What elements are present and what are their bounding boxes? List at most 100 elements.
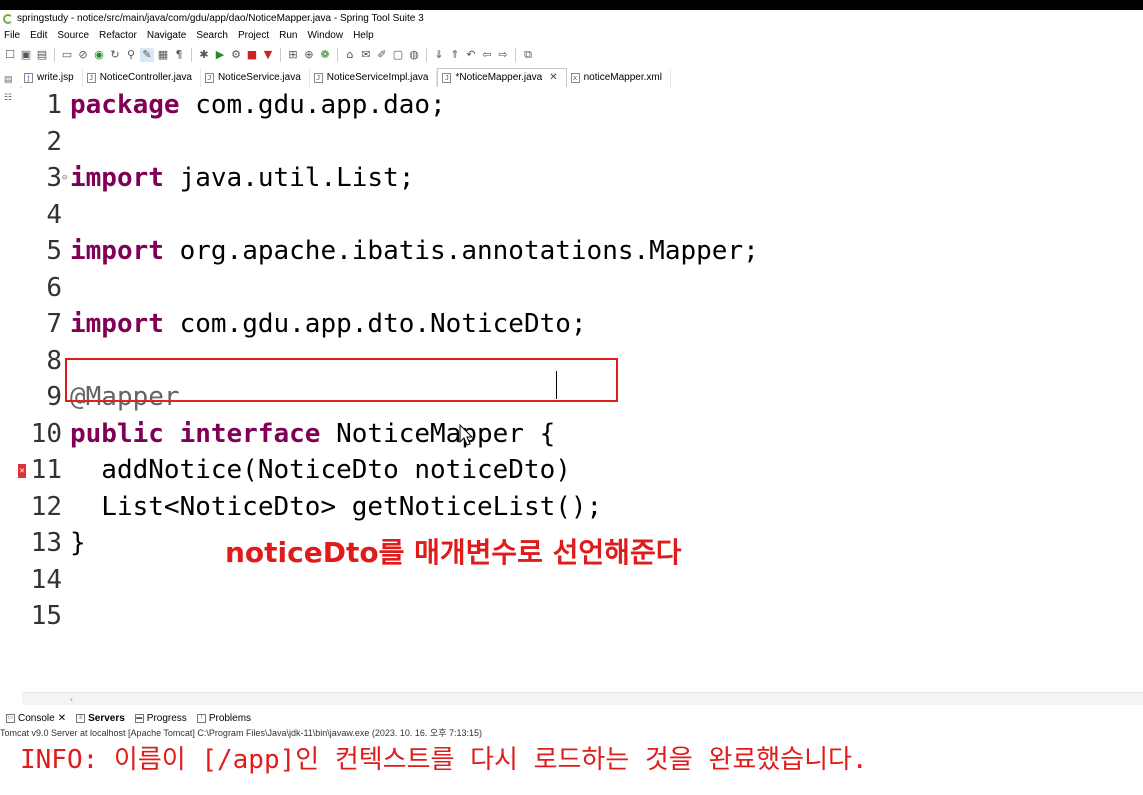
tab-label: NoticeController.java	[99, 72, 192, 83]
forward-icon[interactable]: ⇨	[496, 48, 510, 62]
line-number: 7	[46, 309, 62, 339]
tab-label: Progress	[146, 712, 187, 724]
code-line[interactable]: 3⊖import java.util.List;	[22, 160, 1122, 196]
scroll-left-icon[interactable]: ‹	[70, 694, 73, 704]
tab-notice-service[interactable]: J NoticeService.java	[201, 69, 310, 87]
line-number: 14	[30, 564, 62, 595]
code-line[interactable]: 4	[22, 197, 1122, 233]
menu-search[interactable]: Search	[192, 27, 234, 44]
line-number: 1	[46, 90, 62, 120]
debug-icon[interactable]: ◉	[92, 48, 106, 62]
save-all-icon[interactable]: ▤	[35, 48, 49, 62]
problems-icon: !	[196, 713, 206, 723]
tab-notice-service-impl[interactable]: J NoticeServiceImpl.java	[310, 69, 438, 87]
tab-label: NoticeServiceImpl.java	[326, 72, 429, 83]
tab-notice-controller[interactable]: J NoticeController.java	[83, 69, 201, 87]
skip-breakpoints-icon[interactable]: ⊘	[76, 48, 90, 62]
package-explorer-icon[interactable]: ▤	[4, 70, 18, 88]
back-icon[interactable]: ⇦	[480, 48, 494, 62]
code-line[interactable]: 1 package com.gdu.app.dao;	[22, 87, 1122, 123]
tab-label: NoticeService.java	[217, 72, 301, 83]
close-tab-icon[interactable]: ✕	[549, 69, 557, 87]
browser-icon[interactable]: ◍	[407, 48, 421, 62]
run-icon[interactable]: ▶	[213, 48, 227, 62]
menu-bar: File Edit Source Refactor Navigate Searc…	[0, 27, 1143, 44]
tab-label: noticeMapper.xml	[583, 72, 662, 83]
close-tab-icon[interactable]: ✕	[58, 713, 66, 724]
save-icon[interactable]: ▣	[19, 48, 33, 62]
new-package-icon[interactable]: ⊞	[286, 48, 300, 62]
jsp-file-icon: j	[24, 73, 33, 83]
tab-problems[interactable]: ! Problems	[196, 713, 251, 724]
code-text: NoticeMapper {	[320, 418, 556, 449]
edit-icon[interactable]: ✐	[375, 48, 389, 62]
tab-progress[interactable]: ▬ Progress	[134, 712, 187, 724]
menu-navigate[interactable]: Navigate	[143, 27, 192, 44]
code-line[interactable]: 8	[22, 343, 1122, 379]
new-class-icon[interactable]: ⊕	[302, 48, 316, 62]
menu-refactor[interactable]: Refactor	[95, 27, 143, 44]
stop-icon[interactable]: ■	[245, 48, 259, 62]
toolbar-separator	[515, 48, 516, 62]
menu-source[interactable]: Source	[53, 27, 95, 44]
refresh-icon[interactable]: ↻	[108, 48, 122, 62]
tab-label: Servers	[88, 712, 125, 724]
code-text: com.gdu.app.dto.NoticeDto;	[163, 309, 587, 339]
error-marker-icon[interactable]: ✕	[18, 464, 26, 478]
fold-toggle-icon[interactable]: ⊖	[62, 160, 70, 196]
last-edit-icon[interactable]: ↶	[464, 48, 478, 62]
code-text: List<NoticeDto> getNoticeList();	[70, 491, 603, 522]
line-number: 12	[30, 491, 62, 522]
main-toolbar: ☐ ▣ ▤ ▭ ⊘ ◉ ↻ ⚲ ✎ ▦ ¶ ✱ ▶ ⚙ ■ ▼ ⊞ ⊕ ❁ ⌂ …	[0, 44, 1143, 66]
code-line[interactable]: 9 @Mapper	[22, 379, 1122, 415]
line-number: 8	[46, 345, 62, 376]
code-line[interactable]: 5 import org.apache.ibatis.annotations.Ma…	[22, 233, 1122, 269]
show-whitespace-icon[interactable]: ¶	[172, 48, 186, 62]
code-line[interactable]: 10 public interface NoticeMapper {	[22, 416, 1122, 452]
code-line[interactable]: 12 List<NoticeDto> getNoticeList();	[22, 489, 1122, 525]
menu-file[interactable]: File	[0, 27, 26, 44]
menu-run[interactable]: Run	[275, 27, 303, 44]
mouse-pointer-icon	[459, 423, 475, 448]
open-type-icon[interactable]: ⌂	[343, 48, 357, 62]
tab-servers[interactable]: ≡ Servers	[76, 713, 125, 724]
open-perspective-icon[interactable]: ⧉	[521, 48, 535, 62]
line-number: 5	[46, 236, 62, 266]
tab-notice-mapper-xml[interactable]: x noticeMapper.xml	[567, 69, 671, 87]
code-line[interactable]: 6	[22, 270, 1122, 306]
terminal-icon[interactable]: ▭	[60, 48, 74, 62]
debug-run-icon[interactable]: ✱	[197, 48, 211, 62]
toolbar-separator	[426, 48, 427, 62]
menu-edit[interactable]: Edit	[26, 27, 53, 44]
code-line[interactable]: 11 addNotice(NoticeDto noticeDto) ✕	[18, 452, 1122, 488]
toolbar-separator	[54, 48, 55, 62]
code-line[interactable]: 2	[22, 124, 1122, 160]
menu-window[interactable]: Window	[303, 27, 349, 44]
code-line[interactable]: 15	[22, 598, 1122, 634]
highlight-icon[interactable]: ✎	[140, 48, 154, 62]
tutorial-annotation-text: noticeDto를 매개변수로 선언해준다	[225, 536, 682, 569]
menu-project[interactable]: Project	[234, 27, 275, 44]
line-number: 9	[46, 382, 62, 412]
previous-annotation-icon[interactable]: ⇑	[448, 48, 462, 62]
menu-help[interactable]: Help	[349, 27, 380, 44]
java-file-icon: J	[313, 73, 323, 83]
next-annotation-icon[interactable]: ⇓	[432, 48, 446, 62]
tab-write-jsp[interactable]: j write.jsp	[20, 69, 83, 87]
pin-icon[interactable]: ⚲	[124, 48, 138, 62]
java-file-icon: J	[204, 73, 214, 83]
open-task-icon[interactable]: ✉	[359, 48, 373, 62]
tab-console[interactable]: ▭ Console ✕	[6, 713, 66, 724]
horizontal-scrollbar[interactable]: ‹	[22, 692, 1143, 705]
tab-notice-mapper[interactable]: J *NoticeMapper.java ✕	[437, 68, 567, 87]
new-icon[interactable]: ☐	[3, 48, 17, 62]
code-line[interactable]: 7 import com.gdu.app.dto.NoticeDto;	[22, 306, 1122, 342]
external-tools-icon[interactable]: ⚙	[229, 48, 243, 62]
deploy-icon[interactable]: ▼	[261, 48, 275, 62]
code-text: }	[70, 528, 86, 558]
open-folder-icon[interactable]: ▢	[391, 48, 405, 62]
outline-icon[interactable]: ☷	[4, 88, 18, 106]
code-editor[interactable]: 1 package com.gdu.app.dao; 2 3⊖import java.…	[18, 87, 1143, 692]
block-selection-icon[interactable]: ▦	[156, 48, 170, 62]
new-spring-icon[interactable]: ❁	[318, 48, 332, 62]
